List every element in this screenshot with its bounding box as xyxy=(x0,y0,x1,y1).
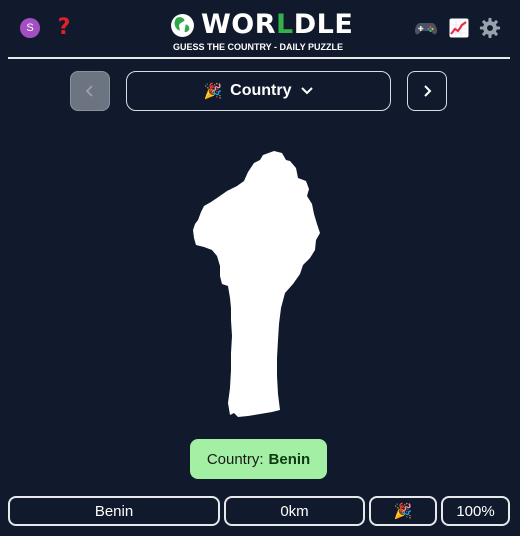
game-mode-select[interactable]: 🎉 Country xyxy=(126,71,391,111)
chevron-right-icon xyxy=(424,85,432,97)
guess-distance-cell: 0km xyxy=(224,496,365,526)
header: S ? WORLDLE GUESS THE COUNTRY - DAILY PU… xyxy=(0,0,520,60)
next-button[interactable] xyxy=(407,71,447,111)
answer-badge: Country: Benin xyxy=(190,439,327,479)
party-popper-icon: 🎉 xyxy=(393,503,413,520)
header-divider xyxy=(8,57,510,59)
previous-button[interactable] xyxy=(70,71,110,111)
stats-chart-icon[interactable] xyxy=(447,16,471,40)
guess-country-cell: Benin xyxy=(8,496,220,526)
game-mode-label: Country xyxy=(230,82,292,99)
chevron-down-icon xyxy=(300,87,313,95)
party-popper-icon: 🎉 xyxy=(203,83,223,100)
gear-icon[interactable] xyxy=(478,16,502,40)
logo-text: WORLDLE xyxy=(201,9,354,40)
user-avatar[interactable]: S xyxy=(20,18,40,38)
answer-country: Benin xyxy=(268,450,311,468)
chevron-left-icon xyxy=(85,85,93,97)
help-icon[interactable]: ? xyxy=(54,14,74,40)
guess-direction-cell: 🎉 xyxy=(369,496,437,526)
answer-prefix: Country: xyxy=(206,450,264,468)
app-logo: WORLDLE xyxy=(170,10,353,40)
globe-icon xyxy=(171,13,194,37)
country-silhouette xyxy=(193,151,320,417)
avatar-letter: S xyxy=(26,22,34,34)
guess-proximity-cell: 100% xyxy=(441,496,510,526)
page-subtitle: GUESS THE COUNTRY - DAILY PUZZLE xyxy=(172,42,344,52)
gamepad-icon[interactable] xyxy=(414,16,438,40)
